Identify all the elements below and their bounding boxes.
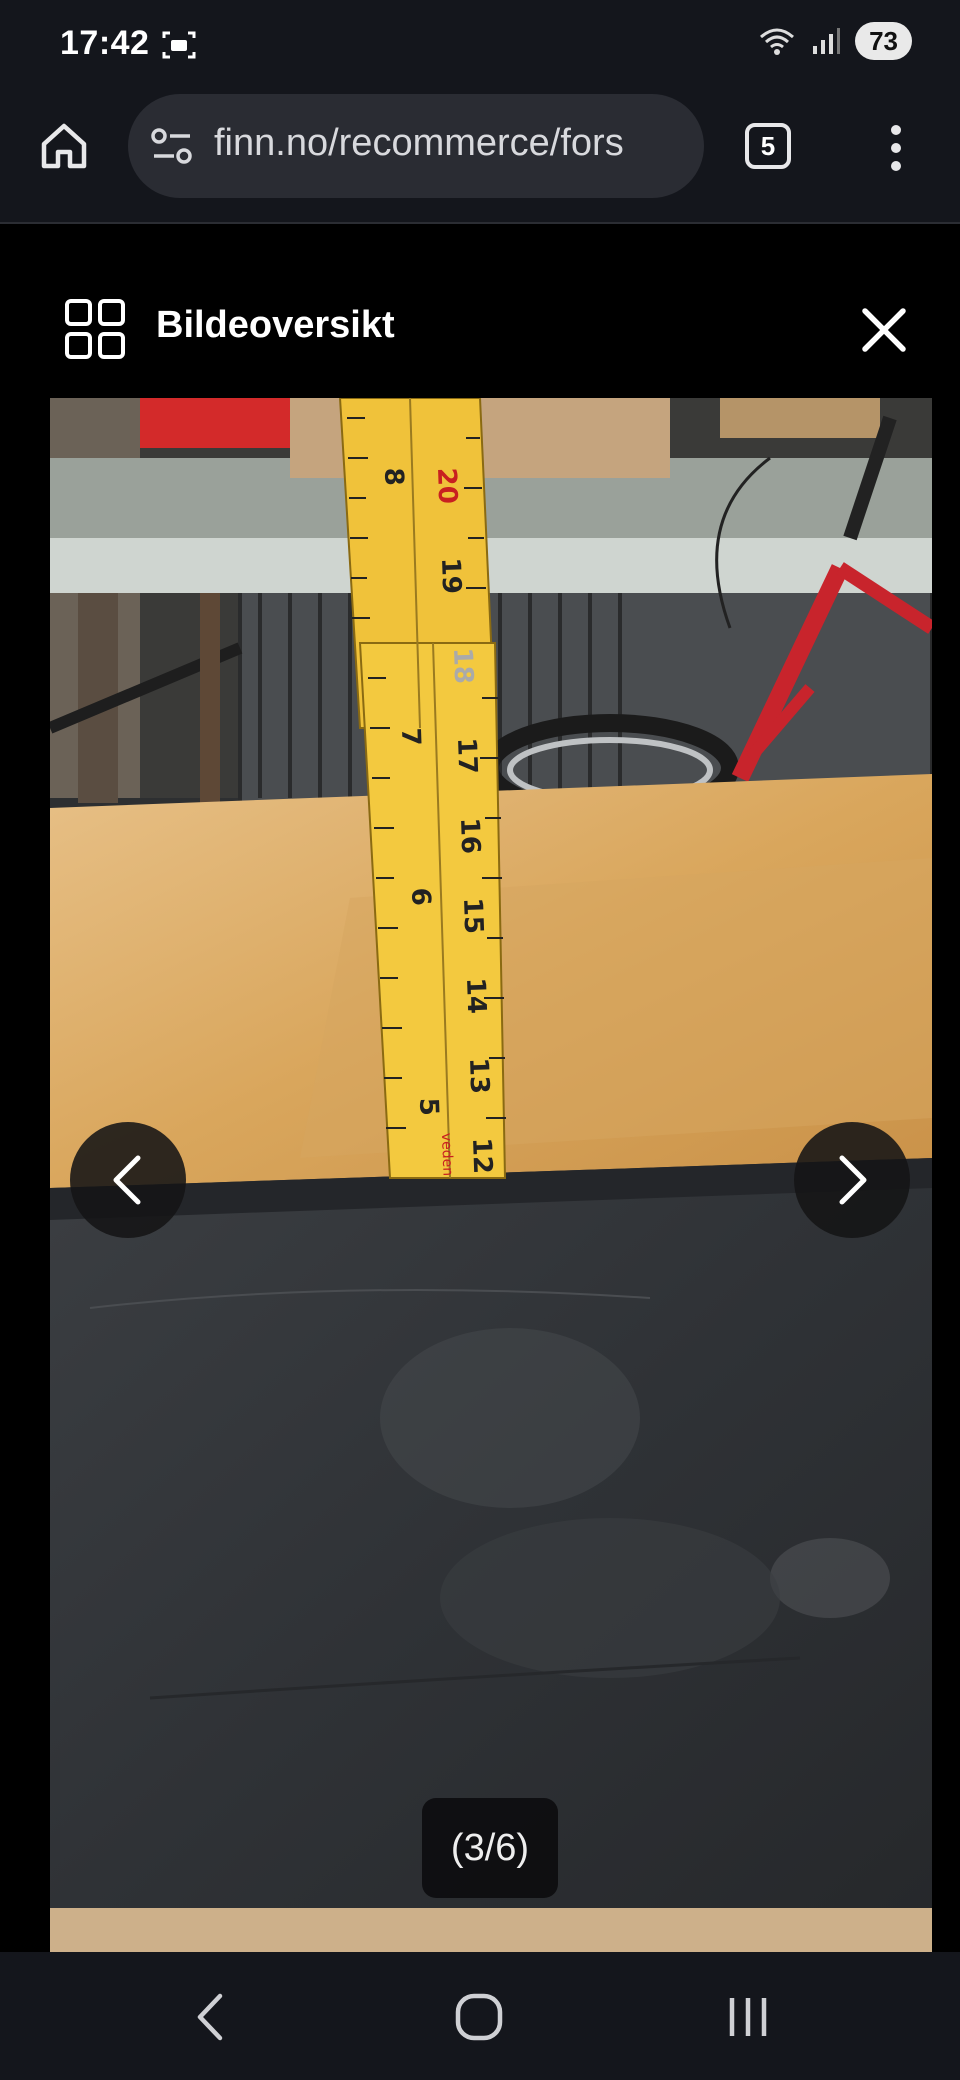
wifi-icon	[760, 28, 795, 55]
grid-icon[interactable]	[64, 298, 126, 360]
ruler-number: 12	[466, 1137, 497, 1174]
battery-indicator: 73	[855, 22, 912, 60]
recents-icon[interactable]	[726, 1992, 770, 2042]
chevron-left-icon	[113, 1155, 141, 1205]
gallery-header: Bildeoversikt	[0, 224, 960, 396]
ruler-number: 15	[457, 897, 488, 934]
browser-toolbar: finn.no/recommerce/fors 5	[0, 92, 960, 224]
ruler-number: 20	[431, 467, 462, 504]
screenshot-icon	[162, 31, 196, 59]
ruler-number: 18	[447, 647, 478, 684]
ruler-number: 7	[395, 727, 426, 746]
more-vert-icon[interactable]	[878, 122, 914, 174]
address-bar[interactable]: finn.no/recommerce/fors	[128, 94, 704, 198]
previous-image-button[interactable]	[70, 1122, 186, 1238]
tab-switcher-button[interactable]: 5	[742, 120, 794, 172]
gallery-overview-button[interactable]: Bildeoversikt	[156, 304, 395, 347]
status-time: 17:42	[60, 24, 150, 62]
ruler-brand: veden	[438, 1133, 456, 1177]
ruler-number: 16	[454, 817, 485, 854]
ruler-number: 14	[460, 977, 491, 1014]
status-bar: 17:42 73	[0, 0, 960, 92]
home-icon[interactable]	[36, 118, 92, 174]
back-icon[interactable]	[190, 1992, 230, 2042]
ruler-number: 19	[435, 557, 466, 594]
ruler-number: 8	[378, 467, 409, 486]
site-settings-icon[interactable]	[150, 126, 194, 166]
tab-count: 5	[745, 123, 791, 169]
signal-icon	[813, 28, 841, 54]
close-icon[interactable]	[860, 306, 908, 354]
home-circle-icon[interactable]	[454, 1992, 504, 2042]
url-text[interactable]: finn.no/recommerce/fors	[214, 122, 684, 165]
ruler-number: 5	[413, 1097, 444, 1116]
chevron-right-icon	[839, 1155, 867, 1205]
ruler-number: 13	[463, 1057, 494, 1094]
image-counter: (3/6)	[422, 1798, 558, 1898]
ruler-number: 17	[451, 737, 482, 774]
ruler-number: 6	[405, 887, 436, 906]
next-image-button[interactable]	[794, 1122, 910, 1238]
status-icons: 73	[757, 22, 912, 60]
system-navigation-bar	[0, 1952, 960, 2080]
background-wall	[238, 586, 932, 810]
